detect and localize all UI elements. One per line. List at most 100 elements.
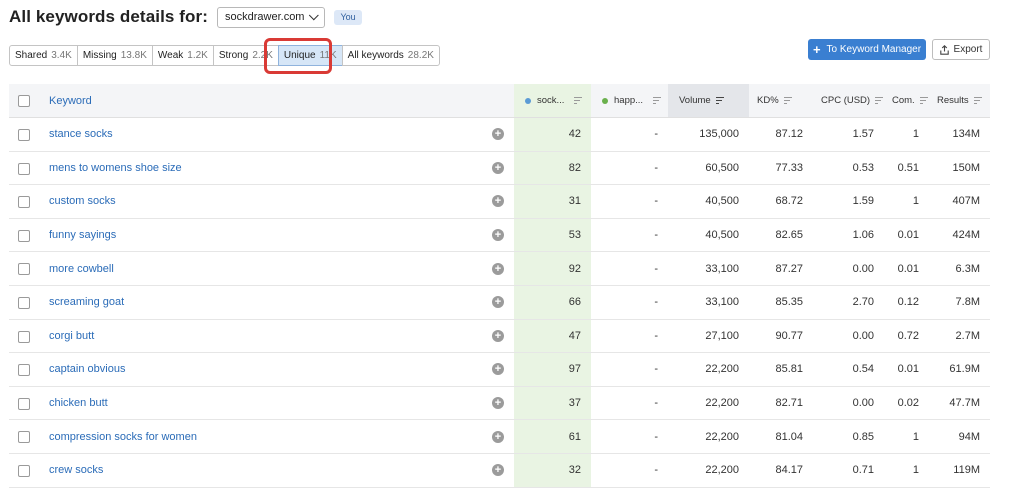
col-label: Volume	[679, 95, 711, 106]
col-header-happ[interactable]: happ...	[591, 84, 668, 117]
domain-select[interactable]: sockdrawer.com	[217, 6, 326, 28]
select-all-checkbox[interactable]	[18, 95, 30, 107]
keyword-link[interactable]: captain obvious	[49, 363, 125, 375]
keyword-link[interactable]: chicken butt	[49, 397, 108, 409]
col-header-com[interactable]: Com.	[884, 84, 929, 117]
filter-shared[interactable]: Shared 3.4K	[9, 45, 78, 66]
filter-all-keywords[interactable]: All keywords 28.2K	[341, 45, 440, 66]
col-label: KD%	[757, 95, 779, 106]
results-cell: 47.7M	[949, 397, 980, 410]
keyword-cell: compression socks for women	[49, 420, 479, 453]
sock-position-cell: 47	[514, 319, 591, 353]
filter-count: 2.2K	[252, 50, 273, 61]
keyword-link[interactable]: more cowbell	[49, 263, 114, 275]
sock-position-cell: 92	[514, 252, 591, 285]
add-to-list-icon[interactable]: +	[492, 363, 504, 376]
sock-position-cell: 37	[514, 386, 591, 420]
filter-missing[interactable]: Missing 13.8K	[76, 45, 153, 66]
sort-icon	[919, 97, 928, 104]
results-cell: 150M	[952, 161, 980, 174]
keyword-link[interactable]: funny sayings	[49, 229, 116, 241]
sock-position-cell: 97	[514, 353, 591, 386]
table-row: screaming goat +66 - 33,100 85.35 2.70 0.12 7.8…	[9, 285, 990, 320]
keyword-cell: crew socks	[49, 454, 479, 487]
keyword-link[interactable]: mens to womens shoe size	[49, 162, 182, 174]
keyword-cell: corgi butt	[49, 320, 479, 353]
competition-cell: 0.01	[897, 262, 919, 275]
row-checkbox[interactable]	[18, 129, 30, 141]
add-keyword-cell: +	[491, 454, 505, 487]
kd-cell: 90.77	[775, 329, 803, 342]
cpc-cell: 0.85	[852, 430, 874, 443]
col-header-cpc[interactable]: CPC (USD)	[813, 84, 884, 117]
row-checkbox[interactable]	[18, 229, 30, 242]
keyword-link[interactable]: crew socks	[49, 464, 103, 476]
add-to-list-icon[interactable]: +	[492, 397, 504, 410]
keyword-cell: screaming goat	[49, 286, 479, 319]
add-to-list-icon[interactable]: +	[492, 296, 504, 309]
happ-position-cell: -	[654, 128, 658, 141]
kd-cell: 87.12	[775, 128, 803, 141]
export-button[interactable]: Export	[932, 39, 990, 60]
add-to-list-icon[interactable]: +	[492, 229, 504, 242]
col-header-kd[interactable]: KD%	[749, 84, 813, 117]
filter-count: 3.4K	[51, 50, 72, 61]
keywords-table: Keyword sock... happ... Volume KD% CPC (…	[9, 84, 990, 488]
row-checkbox[interactable]	[18, 296, 30, 309]
add-to-list-icon[interactable]: +	[492, 329, 504, 342]
keyword-link[interactable]: custom socks	[49, 195, 116, 207]
keyword-cell: custom socks	[49, 185, 479, 218]
volume-cell: 40,500	[705, 195, 739, 208]
col-header-results[interactable]: Results	[929, 84, 990, 117]
to-keyword-manager-button[interactable]: + To Keyword Manager	[808, 39, 926, 60]
happ-position-cell: -	[654, 464, 658, 477]
add-to-list-icon[interactable]: +	[492, 195, 504, 208]
you-badge: You	[334, 9, 362, 25]
row-checkbox[interactable]	[18, 364, 30, 377]
keyword-cell: stance socks	[49, 118, 479, 151]
cpc-cell: 0.00	[852, 397, 874, 410]
happ-position-cell: -	[654, 161, 658, 174]
row-checkbox[interactable]	[18, 431, 30, 444]
row-checkbox[interactable]	[18, 162, 30, 175]
volume-cell: 33,100	[705, 296, 739, 309]
competition-cell: 0.01	[897, 229, 919, 242]
row-checkbox[interactable]	[18, 397, 30, 410]
col-label: sock...	[537, 95, 565, 106]
add-to-list-icon[interactable]: +	[492, 161, 504, 174]
table-row: crew socks +32 - 22,200 84.17 0.71 1 119M	[9, 453, 990, 488]
sock-position-cell: 53	[514, 218, 591, 252]
happ-position-cell: -	[654, 363, 658, 376]
volume-cell: 135,000	[699, 128, 739, 141]
keyword-link[interactable]: compression socks for women	[49, 431, 197, 443]
filter-strong[interactable]: Strong 2.2K	[212, 45, 279, 66]
filter-label: Weak	[157, 50, 184, 61]
row-checkbox[interactable]	[18, 330, 30, 343]
keyword-link[interactable]: corgi butt	[49, 330, 94, 342]
happ-position-cell: -	[654, 229, 658, 242]
keyword-link[interactable]: screaming goat	[49, 296, 124, 308]
cpc-cell: 1.06	[852, 229, 874, 242]
add-to-list-icon[interactable]: +	[492, 262, 504, 275]
filter-weak[interactable]: Weak 1.2K	[151, 45, 214, 66]
keyword-link[interactable]: stance socks	[49, 128, 113, 140]
add-to-list-icon[interactable]: +	[492, 464, 504, 477]
filter-unique[interactable]: Unique 11K	[277, 45, 343, 66]
kd-cell: 85.35	[775, 296, 803, 309]
col-header-sock[interactable]: sock...	[514, 84, 591, 117]
results-cell: 119M	[953, 464, 980, 477]
results-cell: 424M	[952, 229, 980, 242]
competition-cell: 0.12	[897, 296, 919, 309]
row-checkbox[interactable]	[18, 263, 30, 276]
competition-cell: 1	[912, 464, 919, 477]
row-checkbox[interactable]	[18, 464, 30, 477]
add-keyword-cell: +	[491, 152, 505, 185]
col-label: CPC (USD)	[821, 95, 871, 106]
filter-label: Strong	[218, 50, 249, 61]
results-cell: 134M	[952, 128, 980, 141]
cpc-cell: 2.70	[852, 296, 874, 309]
add-to-list-icon[interactable]: +	[492, 128, 504, 141]
col-header-volume[interactable]: Volume	[668, 84, 749, 117]
row-checkbox[interactable]	[18, 196, 30, 209]
add-to-list-icon[interactable]: +	[492, 430, 504, 443]
